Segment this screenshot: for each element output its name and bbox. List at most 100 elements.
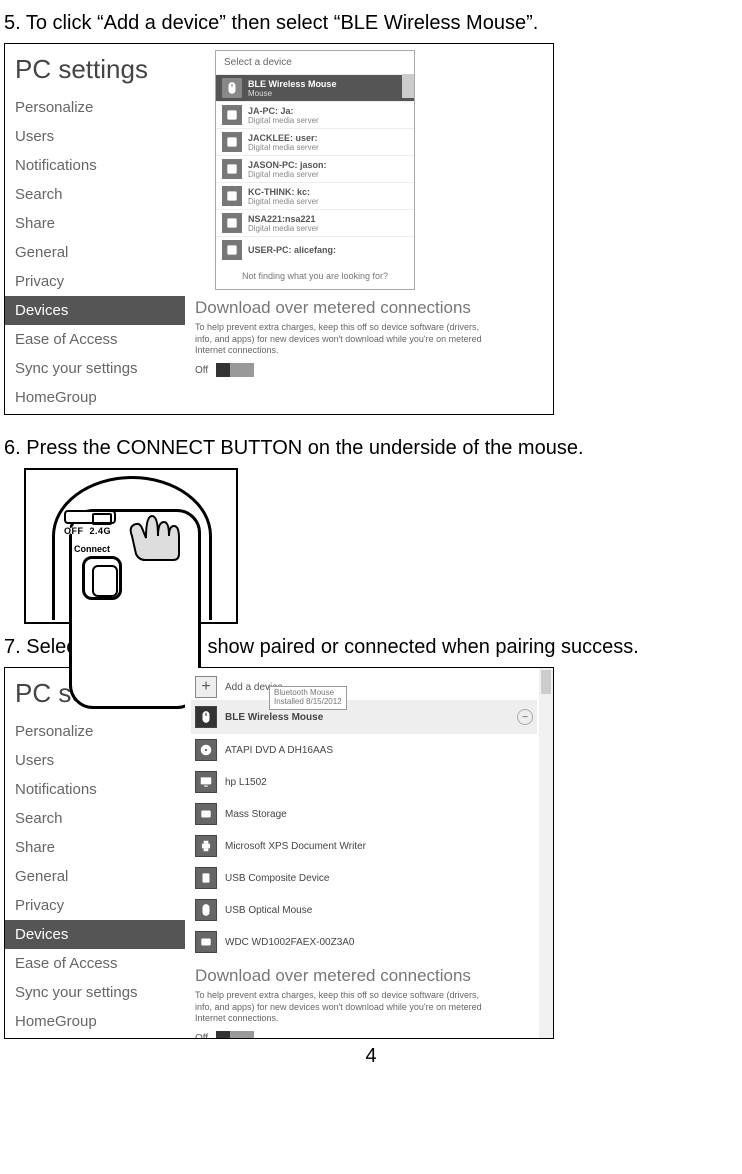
- popup-item-ble-mouse[interactable]: BLE Wireless Mouse Mouse: [216, 74, 414, 101]
- metered-help-text: To help prevent extra charges, keep this…: [195, 322, 495, 357]
- mouse-icon: [195, 706, 217, 728]
- content-scrollbar[interactable]: [539, 668, 553, 1038]
- sidebar-item-privacy[interactable]: Privacy: [5, 267, 185, 296]
- sidebar-item-notifications[interactable]: Notifications: [5, 775, 185, 804]
- popup-item-sub: Digital media server: [248, 197, 319, 206]
- server-icon: [222, 132, 242, 152]
- sidebar-item-general[interactable]: General: [5, 862, 185, 891]
- toggle-label: Off: [195, 365, 208, 376]
- pc-settings-panel-step7: PC settings Personalize Users Notificati…: [4, 667, 554, 1039]
- sidebar-item-users[interactable]: Users: [5, 746, 185, 775]
- popup-item[interactable]: JASON-PC: jason: Digital media server: [216, 155, 414, 182]
- metered-toggle[interactable]: [216, 363, 254, 377]
- device-row[interactable]: WDC WD1002FAEX-00Z3A0: [195, 926, 533, 958]
- sidebar-item-devices[interactable]: Devices: [5, 920, 185, 949]
- sidebar-item-windows-update[interactable]: Windows Update: [5, 412, 185, 415]
- sidebar-item-ease-of-access[interactable]: Ease of Access: [5, 949, 185, 978]
- popup-footer-link[interactable]: Not finding what you are looking for?: [216, 263, 414, 289]
- popup-item-name: NSA221:nsa221: [248, 214, 319, 224]
- sidebar-item-sync-settings[interactable]: Sync your settings: [5, 354, 185, 383]
- server-icon: [222, 213, 242, 233]
- sidebar-item-windows-update[interactable]: Windows Update: [5, 1036, 185, 1039]
- content-step7: + Add a device Bluetooth Mouse Installed…: [185, 668, 553, 1038]
- mouse-icon: [195, 899, 217, 921]
- tooltip-line2: Installed 8/15/2012: [274, 698, 342, 707]
- sidebar-item-personalize[interactable]: Personalize: [5, 93, 185, 122]
- device-name: WDC WD1002FAEX-00Z3A0: [225, 937, 355, 948]
- device-row[interactable]: hp L1502: [195, 766, 533, 798]
- metered-toggle[interactable]: [216, 1031, 254, 1039]
- sidebar-item-sync-settings[interactable]: Sync your settings: [5, 978, 185, 1007]
- hand-pointer-icon: [122, 506, 192, 562]
- switch-24g-label: 2.4G: [90, 526, 112, 536]
- popup-item-sub: Digital media server: [248, 143, 319, 152]
- device-name: USB Optical Mouse: [225, 905, 312, 916]
- printer-icon: [195, 835, 217, 857]
- mode-switch: [64, 510, 116, 524]
- device-row[interactable]: USB Composite Device: [195, 862, 533, 894]
- popup-item[interactable]: KC-THINK: kc: Digital media server: [216, 182, 414, 209]
- add-device-tooltip: Bluetooth Mouse Installed 8/15/2012: [269, 686, 347, 710]
- sidebar-item-personalize[interactable]: Personalize: [5, 717, 185, 746]
- select-device-popup: Select a device BLE Wireless Mouse Mouse…: [215, 50, 415, 290]
- sidebar-item-search[interactable]: Search: [5, 804, 185, 833]
- server-icon: [222, 186, 242, 206]
- sidebar: PC settings Personalize Users Notificati…: [5, 44, 185, 414]
- sidebar-item-notifications[interactable]: Notifications: [5, 151, 185, 180]
- popup-item[interactable]: USER-PC: alicefang:: [216, 236, 414, 263]
- server-icon: [222, 240, 242, 260]
- popup-item-sub: Digital media server: [248, 116, 319, 125]
- add-device-button[interactable]: + Add a device: [195, 674, 533, 700]
- metered-heading: Download over metered connections: [195, 298, 543, 318]
- popup-item[interactable]: NSA221:nsa221 Digital media server: [216, 209, 414, 236]
- popup-item-name: KC-THINK: kc:: [248, 187, 319, 197]
- connect-button: [82, 556, 122, 600]
- sidebar-item-share[interactable]: Share: [5, 833, 185, 862]
- sidebar-item-share[interactable]: Share: [5, 209, 185, 238]
- device-row[interactable]: USB Optical Mouse: [195, 894, 533, 926]
- popup-scrollbar[interactable]: [402, 74, 414, 98]
- monitor-icon: [195, 771, 217, 793]
- switch-labels: OFF 2.4G: [64, 526, 111, 536]
- remove-device-icon[interactable]: −: [517, 709, 533, 725]
- sidebar-item-ease-of-access[interactable]: Ease of Access: [5, 325, 185, 354]
- sidebar-item-general[interactable]: General: [5, 238, 185, 267]
- popup-item[interactable]: JACKLEE: user: Digital media server: [216, 128, 414, 155]
- toggle-label: Off: [195, 1033, 208, 1039]
- sidebar-item-privacy[interactable]: Privacy: [5, 891, 185, 920]
- sidebar-item-users[interactable]: Users: [5, 122, 185, 151]
- device-row[interactable]: ATAPI DVD A DH16AAS: [195, 734, 533, 766]
- sidebar: PC settings Personalize Users Notificati…: [5, 668, 185, 1038]
- metered-toggle-row: Off: [195, 363, 543, 377]
- popup-item-name: JACKLEE: user:: [248, 133, 319, 143]
- popup-item-sub: Mouse: [248, 89, 336, 98]
- server-icon: [222, 159, 242, 179]
- sidebar-item-homegroup[interactable]: HomeGroup: [5, 383, 185, 412]
- popup-title: Select a device: [216, 51, 414, 74]
- drive-icon: [195, 931, 217, 953]
- metered-help-text: To help prevent extra charges, keep this…: [195, 990, 495, 1025]
- device-name: Microsoft XPS Document Writer: [225, 841, 366, 852]
- popup-item-name: JASON-PC: jason:: [248, 160, 327, 170]
- device-name: Mass Storage: [225, 809, 287, 820]
- sidebar-item-devices[interactable]: Devices: [5, 296, 185, 325]
- device-name: hp L1502: [225, 777, 267, 788]
- sidebar-item-homegroup[interactable]: HomeGroup: [5, 1007, 185, 1036]
- content-step5: Select a device BLE Wireless Mouse Mouse…: [185, 44, 553, 414]
- popup-item-name: BLE Wireless Mouse: [248, 79, 336, 89]
- sidebar-item-search[interactable]: Search: [5, 180, 185, 209]
- step-6-text: 6. Press the CONNECT BUTTON on the under…: [4, 437, 738, 460]
- popup-item-name: USER-PC: alicefang:: [248, 245, 336, 255]
- popup-item-sub: Digital media server: [248, 170, 327, 179]
- step-5-text: 5. To click “Add a device” then select “…: [4, 12, 738, 35]
- connect-label: Connect: [74, 544, 110, 554]
- pc-settings-panel-step5: PC settings Personalize Users Notificati…: [4, 43, 554, 415]
- mouse-icon: [222, 78, 242, 98]
- usb-icon: [195, 867, 217, 889]
- device-name: BLE Wireless Mouse: [225, 712, 323, 723]
- popup-item[interactable]: JA-PC: Ja: Digital media server: [216, 101, 414, 128]
- device-row[interactable]: Mass Storage: [195, 798, 533, 830]
- device-row-ble-mouse[interactable]: BLE Wireless Mouse −: [191, 700, 537, 734]
- device-row[interactable]: Microsoft XPS Document Writer: [195, 830, 533, 862]
- server-icon: [222, 105, 242, 125]
